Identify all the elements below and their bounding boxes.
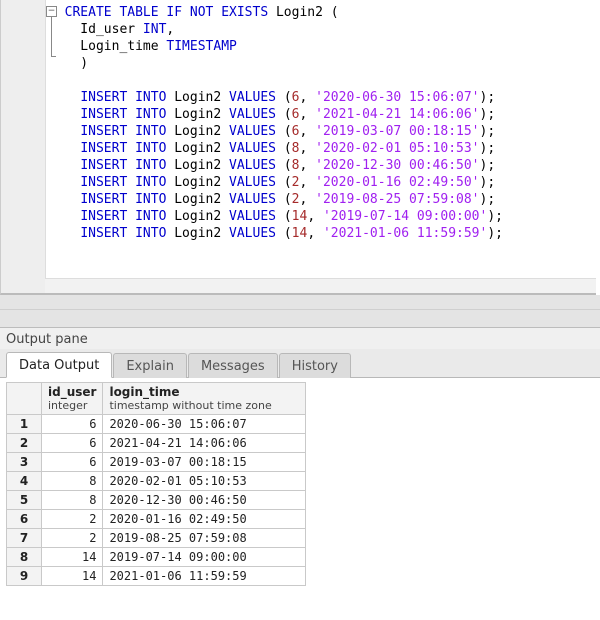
editor-horizontal-scrollbar[interactable] bbox=[45, 278, 596, 293]
row-number[interactable]: 1 bbox=[7, 415, 42, 434]
table-row[interactable]: 8142019-07-14 09:00:00 bbox=[7, 548, 306, 567]
row-number[interactable]: 4 bbox=[7, 472, 42, 491]
row-number[interactable]: 6 bbox=[7, 510, 42, 529]
sql-editor[interactable]: − CREATE TABLE IF NOT EXISTS Login2 ( Id… bbox=[0, 0, 596, 295]
table-row[interactable]: 582020-12-30 00:46:50 bbox=[7, 491, 306, 510]
table-row[interactable]: 482020-02-01 05:10:53 bbox=[7, 472, 306, 491]
column-header-id-user[interactable]: id_user integer bbox=[42, 383, 103, 415]
cell-id-user[interactable]: 6 bbox=[42, 453, 103, 472]
column-header-type: integer bbox=[48, 399, 96, 412]
table-row[interactable]: 622020-01-16 02:49:50 bbox=[7, 510, 306, 529]
cell-id-user[interactable]: 2 bbox=[42, 529, 103, 548]
grid-corner bbox=[7, 383, 42, 415]
tab-messages[interactable]: Messages bbox=[188, 353, 278, 378]
cell-id-user[interactable]: 14 bbox=[42, 548, 103, 567]
editor-content[interactable]: CREATE TABLE IF NOT EXISTS Login2 ( Id_u… bbox=[45, 0, 596, 293]
tab-data-output[interactable]: Data Output bbox=[6, 352, 112, 378]
cell-login-time[interactable]: 2021-04-21 14:06:06 bbox=[103, 434, 306, 453]
cell-id-user[interactable]: 14 bbox=[42, 567, 103, 586]
result-grid-wrap: id_user integer login_time timestamp wit… bbox=[0, 378, 600, 590]
cell-id-user[interactable]: 2 bbox=[42, 510, 103, 529]
table-row[interactable]: 722019-08-25 07:59:08 bbox=[7, 529, 306, 548]
editor-gutter bbox=[1, 0, 46, 293]
table-row[interactable]: 362019-03-07 00:18:15 bbox=[7, 453, 306, 472]
tab-history[interactable]: History bbox=[279, 353, 351, 378]
column-header-label: id_user bbox=[48, 385, 96, 399]
table-row[interactable]: 162020-06-30 15:06:07 bbox=[7, 415, 306, 434]
cell-login-time[interactable]: 2020-06-30 15:06:07 bbox=[103, 415, 306, 434]
cell-id-user[interactable]: 6 bbox=[42, 415, 103, 434]
table-row[interactable]: 262021-04-21 14:06:06 bbox=[7, 434, 306, 453]
cell-login-time[interactable]: 2019-07-14 09:00:00 bbox=[103, 548, 306, 567]
row-number[interactable]: 9 bbox=[7, 567, 42, 586]
row-number[interactable]: 7 bbox=[7, 529, 42, 548]
cell-login-time[interactable]: 2019-03-07 00:18:15 bbox=[103, 453, 306, 472]
row-number[interactable]: 5 bbox=[7, 491, 42, 510]
row-number[interactable]: 3 bbox=[7, 453, 42, 472]
sql-code[interactable]: CREATE TABLE IF NOT EXISTS Login2 ( Id_u… bbox=[45, 0, 596, 242]
pane-splitter[interactable] bbox=[0, 295, 600, 328]
output-pane-label: Output pane bbox=[0, 328, 600, 349]
column-header-login-time[interactable]: login_time timestamp without time zone bbox=[103, 383, 306, 415]
cell-id-user[interactable]: 6 bbox=[42, 434, 103, 453]
output-tabs: Data Output Explain Messages History bbox=[0, 349, 600, 378]
cell-login-time[interactable]: 2020-12-30 00:46:50 bbox=[103, 491, 306, 510]
cell-id-user[interactable]: 8 bbox=[42, 472, 103, 491]
row-number[interactable]: 2 bbox=[7, 434, 42, 453]
cell-id-user[interactable]: 8 bbox=[42, 491, 103, 510]
tab-explain[interactable]: Explain bbox=[113, 353, 187, 378]
cell-login-time[interactable]: 2021-01-06 11:59:59 bbox=[103, 567, 306, 586]
result-grid[interactable]: id_user integer login_time timestamp wit… bbox=[6, 382, 306, 586]
cell-login-time[interactable]: 2019-08-25 07:59:08 bbox=[103, 529, 306, 548]
row-number[interactable]: 8 bbox=[7, 548, 42, 567]
cell-login-time[interactable]: 2020-02-01 05:10:53 bbox=[103, 472, 306, 491]
cell-login-time[interactable]: 2020-01-16 02:49:50 bbox=[103, 510, 306, 529]
column-header-label: login_time bbox=[109, 385, 179, 399]
table-row[interactable]: 9142021-01-06 11:59:59 bbox=[7, 567, 306, 586]
column-header-type: timestamp without time zone bbox=[109, 399, 299, 412]
